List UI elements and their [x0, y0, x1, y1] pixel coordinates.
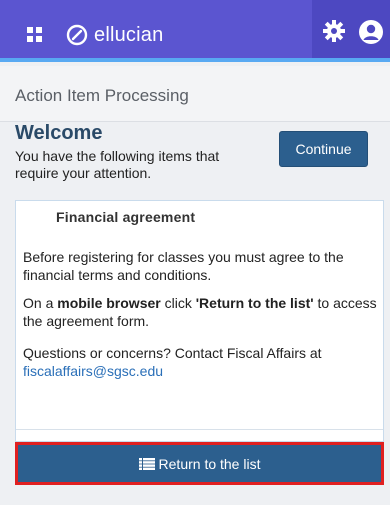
user-avatar-icon[interactable]: [358, 19, 384, 45]
contact-text: Questions or concerns? Contact Fiscal Af…: [23, 345, 322, 361]
list-icon: [138, 457, 155, 470]
accent-strip: [0, 58, 390, 62]
return-to-list-label: Return to the list: [158, 455, 261, 472]
card-divider: [16, 429, 383, 430]
ellucian-logo[interactable]: ellucian: [66, 22, 163, 48]
action-item-paragraph-1: Before registering for classes you must …: [23, 249, 344, 283]
page-header: Action Item Processing: [0, 66, 390, 122]
fiscal-affairs-email-link[interactable]: fiscalaffairs@sgsc.edu: [23, 363, 163, 379]
user-tools: [312, 0, 390, 58]
top-navigation-bar: ellucian: [0, 0, 390, 62]
gear-icon[interactable]: [322, 19, 346, 43]
page-title: Action Item Processing: [15, 86, 189, 105]
welcome-heading: Welcome: [15, 122, 103, 144]
mobile-browser-text: mobile browser: [57, 295, 161, 311]
app-menu-icon[interactable]: [27, 27, 43, 43]
paragraph-2-text-b: click: [160, 295, 196, 311]
action-item-paragraph-2: On a mobile browser click 'Return to the…: [23, 294, 377, 330]
return-to-list-button[interactable]: Return to the list: [15, 442, 384, 485]
action-item-card: Financial agreement Before registering f…: [15, 200, 384, 442]
paragraph-2-text-a: On a: [23, 295, 58, 311]
brand-name: ellucian: [94, 23, 164, 46]
return-to-list-text: 'Return to the list': [195, 295, 314, 311]
welcome-message: You have the following items that requir…: [15, 148, 220, 181]
continue-button[interactable]: Continue: [279, 131, 368, 167]
action-item-paragraph-3: Questions or concerns? Contact Fiscal Af…: [23, 344, 377, 380]
ellucian-mark-icon: [66, 24, 88, 46]
action-item-title: Financial agreement: [56, 209, 196, 225]
